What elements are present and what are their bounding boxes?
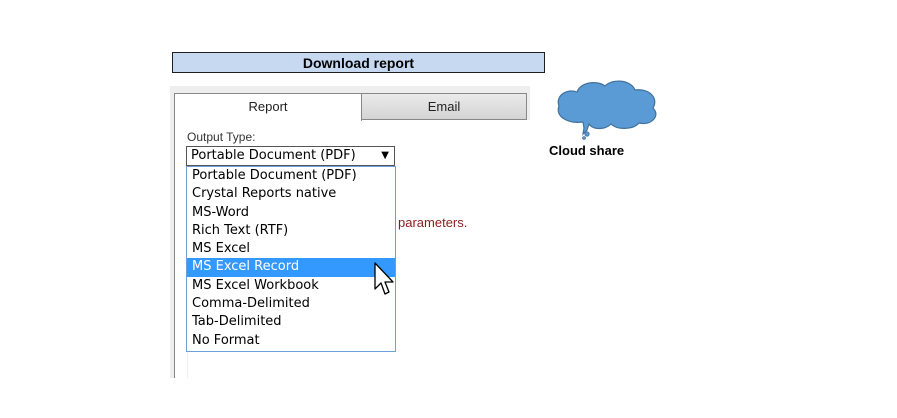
option-ms-excel-workbook[interactable]: MS Excel Workbook xyxy=(187,277,395,295)
option-pdf[interactable]: Portable Document (PDF) xyxy=(187,167,395,185)
cloud-icon[interactable] xyxy=(553,78,661,140)
cloud-share-label: Cloud share xyxy=(549,143,625,158)
chevron-down-icon: ▼ xyxy=(381,150,389,161)
option-comma-delimited[interactable]: Comma-Delimited xyxy=(187,295,395,313)
option-no-format[interactable]: No Format xyxy=(187,332,395,350)
output-type-select[interactable]: Portable Document (PDF) ▼ xyxy=(186,146,395,166)
mouse-pointer-icon xyxy=(374,262,394,295)
option-ms-excel-record[interactable]: MS Excel Record xyxy=(187,258,395,277)
option-rich-text[interactable]: Rich Text (RTF) xyxy=(187,222,395,240)
option-tab-delimited[interactable]: Tab-Delimited xyxy=(187,313,395,331)
tab-email[interactable]: Email xyxy=(362,93,527,120)
parameters-message: parameters. xyxy=(398,215,468,230)
output-type-label: Output Type: xyxy=(187,130,256,144)
tab-report[interactable]: Report xyxy=(174,93,362,121)
option-crystal-reports[interactable]: Crystal Reports native xyxy=(187,185,395,203)
output-type-dropdown-list: Portable Document (PDF) Crystal Reports … xyxy=(186,166,396,352)
option-ms-word[interactable]: MS-Word xyxy=(187,204,395,222)
output-type-selected-value: Portable Document (PDF) xyxy=(191,148,356,163)
option-ms-excel[interactable]: MS Excel xyxy=(187,240,395,258)
dialog-title: Download report xyxy=(172,52,545,73)
